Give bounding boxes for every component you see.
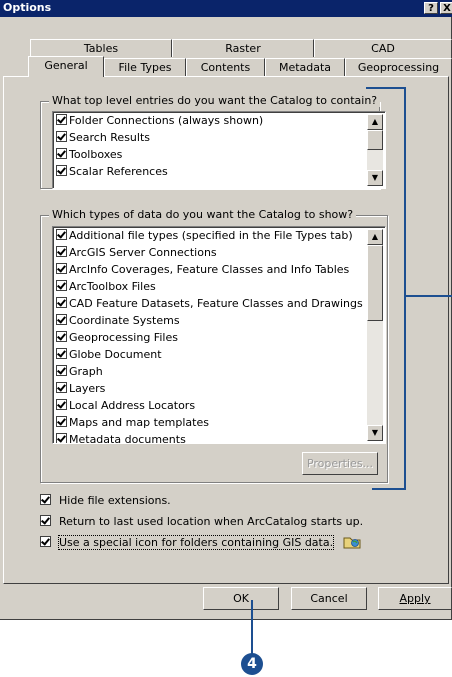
callout-4-badge: 4 xyxy=(241,653,263,675)
help-button[interactable]: ? xyxy=(424,2,438,14)
checkbox-checked-icon[interactable] xyxy=(56,365,67,376)
vertical-scrollbar[interactable]: ▲ ▼ xyxy=(367,229,383,441)
checkbox-checked-icon[interactable] xyxy=(56,348,67,359)
window-title: Options xyxy=(3,1,52,14)
list-item[interactable]: Toolboxes xyxy=(56,146,122,163)
checkbox-checked-icon[interactable] xyxy=(56,280,67,291)
callout-4-line xyxy=(251,600,253,654)
checkbox-checked-icon[interactable] xyxy=(56,165,67,176)
options-dialog: Options ? X Tables Raster CAD General Fi… xyxy=(0,0,452,620)
scroll-down-arrow-icon[interactable]: ▼ xyxy=(367,170,383,186)
callout-bracket-vertical xyxy=(404,87,406,490)
list-item[interactable]: Folder Connections (always shown) xyxy=(56,112,263,129)
list-item[interactable]: Coordinate Systems xyxy=(56,312,180,329)
checkbox-checked-icon[interactable] xyxy=(56,297,67,308)
top-level-entries-legend: What top level entries do you want the C… xyxy=(49,94,381,107)
checkbox-checked-icon[interactable] xyxy=(56,114,67,125)
cancel-button[interactable]: Cancel xyxy=(291,587,367,610)
checkbox-checked-icon[interactable] xyxy=(56,148,67,159)
data-types-list[interactable]: Additional file types (specified in the … xyxy=(52,226,386,444)
return-last-location-option[interactable]: Return to last used location when ArcCat… xyxy=(40,513,363,530)
hide-extensions-option[interactable]: Hide file extensions. xyxy=(40,492,171,509)
callout-bracket-bottom xyxy=(372,488,406,490)
list-item[interactable]: ArcToolbox Files xyxy=(56,278,156,295)
checkbox-checked-icon[interactable] xyxy=(40,515,51,526)
title-bar[interactable]: Options ? X xyxy=(0,0,452,17)
top-level-entries-list[interactable]: Folder Connections (always shown) Search… xyxy=(52,111,386,189)
list-item[interactable]: Layers xyxy=(56,380,105,397)
list-item[interactable]: Geoprocessing Files xyxy=(56,329,178,346)
list-item[interactable]: Search Results xyxy=(56,129,150,146)
list-item[interactable]: Graph xyxy=(56,363,103,380)
scroll-up-arrow-icon[interactable]: ▲ xyxy=(367,229,383,245)
data-types-legend: Which types of data do you want the Cata… xyxy=(49,208,357,221)
checkbox-checked-icon[interactable] xyxy=(56,416,67,427)
tab-general[interactable]: General xyxy=(28,56,104,77)
vertical-scrollbar[interactable]: ▲ ▼ xyxy=(367,114,383,186)
list-item[interactable]: CAD Feature Datasets, Feature Classes an… xyxy=(56,295,363,312)
tab-contents[interactable]: Contents xyxy=(186,58,265,76)
list-item[interactable]: Maps and map templates xyxy=(56,414,209,431)
checkbox-checked-icon[interactable] xyxy=(56,229,67,240)
checkbox-checked-icon[interactable] xyxy=(56,382,67,393)
checkbox-checked-icon[interactable] xyxy=(56,331,67,342)
scroll-thumb[interactable] xyxy=(367,130,383,150)
checkbox-checked-icon[interactable] xyxy=(56,433,67,443)
tab-raster[interactable]: Raster xyxy=(172,39,314,57)
scroll-up-arrow-icon[interactable]: ▲ xyxy=(367,114,383,130)
list-item[interactable]: ArcGIS Server Connections xyxy=(56,244,217,261)
checkbox-checked-icon[interactable] xyxy=(56,263,67,274)
checkbox-checked-icon[interactable] xyxy=(56,314,67,325)
checkbox-checked-icon[interactable] xyxy=(40,536,51,547)
list-item[interactable]: ArcInfo Coverages, Feature Classes and I… xyxy=(56,261,349,278)
gis-folder-icon xyxy=(343,535,361,554)
callout-bracket-lead xyxy=(404,295,452,297)
apply-button[interactable]: Apply xyxy=(378,587,452,610)
tab-file-types[interactable]: File Types xyxy=(104,58,186,76)
list-item[interactable]: Globe Document xyxy=(56,346,162,363)
close-button[interactable]: X xyxy=(440,2,452,14)
list-item[interactable]: Scalar References xyxy=(56,163,168,180)
list-item[interactable]: Additional file types (specified in the … xyxy=(56,227,353,244)
list-item[interactable]: Local Address Locators xyxy=(56,397,195,414)
checkbox-checked-icon[interactable] xyxy=(40,494,51,505)
callout-bracket-top xyxy=(366,87,406,89)
tab-tables[interactable]: Tables xyxy=(30,39,172,57)
list-item[interactable]: Metadata documents xyxy=(56,431,186,443)
special-icon-option[interactable]: Use a special icon for folders containin… xyxy=(40,534,361,551)
ok-button[interactable]: OK xyxy=(203,587,279,610)
tab-cad[interactable]: CAD xyxy=(314,39,452,57)
scroll-thumb[interactable] xyxy=(367,245,383,321)
checkbox-checked-icon[interactable] xyxy=(56,399,67,410)
scroll-down-arrow-icon[interactable]: ▼ xyxy=(367,425,383,441)
tab-metadata[interactable]: Metadata xyxy=(265,58,345,76)
tab-geoprocessing[interactable]: Geoprocessing xyxy=(345,58,452,76)
properties-button[interactable]: Properties... xyxy=(302,452,378,475)
checkbox-checked-icon[interactable] xyxy=(56,131,67,142)
checkbox-checked-icon[interactable] xyxy=(56,246,67,257)
